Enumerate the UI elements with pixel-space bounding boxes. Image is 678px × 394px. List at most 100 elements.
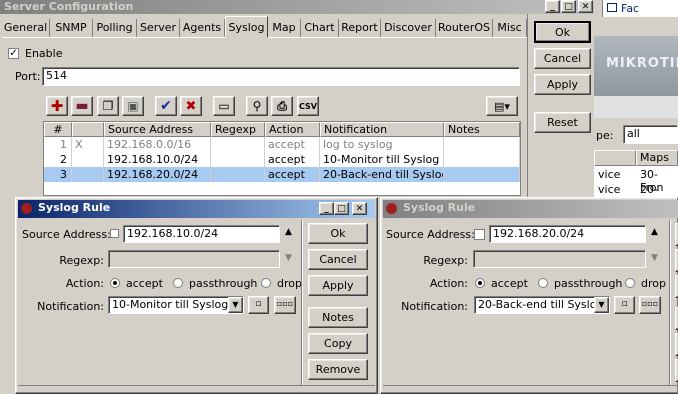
columns-menu-icon[interactable]: ▤▾ — [486, 96, 518, 116]
column-header-regexp[interactable]: Regexp — [211, 122, 265, 137]
notification-select[interactable]: 10-Monitor till Syslog — [108, 296, 244, 314]
enable-checkbox[interactable]: ✓ — [8, 48, 19, 59]
notification-label: Notification: — [401, 300, 468, 313]
source-address-expand-icon[interactable]: ▲ — [285, 227, 292, 237]
row-notes — [444, 152, 520, 167]
tab-general[interactable]: General — [2, 19, 50, 37]
status-bar — [383, 385, 678, 394]
tab-server[interactable]: Server — [137, 19, 180, 37]
row-number: 1 — [44, 137, 72, 152]
enable-label: Enable — [25, 47, 63, 60]
source-address-expand-icon[interactable]: ▲ — [651, 227, 658, 237]
apply-button[interactable]: Apply — [308, 275, 368, 296]
regexp-input[interactable] — [473, 250, 646, 268]
close-icon[interactable]: ✕ — [352, 202, 367, 215]
tab-discover[interactable]: Discover — [381, 19, 436, 37]
remove-icon[interactable]: ▬ — [71, 96, 93, 116]
background-tab[interactable]: Fac — [602, 0, 678, 17]
paste-icon[interactable]: ▣ — [122, 96, 144, 116]
table-row[interactable]: 2 192.168.10.0/24 accept 10-Monitor till… — [44, 152, 520, 167]
column-header-action[interactable]: Action — [265, 122, 320, 137]
notification-more-button[interactable]: ▫▫▫ — [639, 296, 661, 314]
row-notification: 20-Back-end till Syslog — [320, 167, 444, 182]
server-window-title: Server Configuration — [4, 0, 134, 13]
action-accept-radio[interactable] — [110, 278, 120, 288]
minimize-icon[interactable]: _ — [545, 0, 560, 13]
remove-button[interactable]: Remove — [308, 359, 368, 380]
tab-map[interactable]: Map — [268, 19, 301, 37]
tab-agents[interactable]: Agents — [180, 19, 225, 37]
tab-syslog[interactable]: Syslog — [225, 16, 268, 38]
tab-polling[interactable]: Polling — [93, 19, 137, 37]
find-icon[interactable]: ⚲ — [246, 96, 268, 116]
column-header-flag[interactable] — [72, 122, 104, 137]
action-accept-radio[interactable] — [475, 278, 485, 288]
type-field[interactable]: all — [623, 125, 678, 144]
apply-button[interactable]: Apply — [534, 74, 591, 95]
column-header-notes[interactable]: Notes — [444, 122, 520, 137]
table-row[interactable]: 1 X 192.168.0.0/16 accept log to syslog — [44, 137, 520, 152]
tab-chart[interactable]: Chart — [301, 19, 339, 37]
tab-misc[interactable]: Misc — [493, 19, 527, 37]
column-header-notification[interactable]: Notification — [320, 122, 444, 137]
notification-edit-button[interactable]: ▫ — [614, 296, 635, 314]
minimize-icon[interactable]: _ — [319, 202, 334, 215]
disable-rule-icon[interactable]: ✖ — [180, 96, 202, 116]
row-disabled-flag: X — [72, 137, 104, 152]
row-regexp — [211, 152, 265, 167]
enable-rule-icon[interactable]: ✔ — [155, 96, 177, 116]
notes-button[interactable]: Notes — [308, 307, 368, 328]
ok-button[interactable]: Ok — [534, 21, 591, 43]
port-input[interactable]: 514 — [42, 67, 520, 86]
tab-snmp[interactable]: SNMP — [50, 19, 93, 37]
dialog-title: Syslog Rule — [38, 201, 111, 214]
mikrotik-banner: MIKROTIK — [594, 36, 678, 96]
notification-more-button[interactable]: ▫▫▫ — [274, 296, 296, 314]
notification-edit-button[interactable]: ▫ — [248, 296, 269, 314]
action-passthrough-radio[interactable] — [173, 278, 183, 288]
row-source-address: 192.168.10.0/24 — [104, 152, 211, 167]
copy-button[interactable]: Copy — [308, 333, 368, 354]
action-label: Action: — [65, 277, 104, 290]
source-address-invert-checkbox[interactable] — [110, 229, 119, 238]
app-icon — [386, 203, 397, 214]
column-header-number[interactable]: # — [44, 122, 72, 137]
notification-dropdown-icon[interactable]: ▼ — [228, 297, 243, 313]
ok-button[interactable]: Ok — [308, 223, 368, 244]
source-address-invert-checkbox[interactable] — [474, 229, 485, 240]
regexp-input[interactable] — [108, 250, 280, 268]
action-drop-radio[interactable] — [625, 278, 635, 288]
print-icon[interactable]: ⎙ — [271, 96, 293, 116]
row-action: accept — [265, 137, 320, 152]
add-icon[interactable]: ✚ — [46, 96, 68, 116]
comment-icon[interactable]: ▭ — [213, 96, 235, 116]
notification-dropdown-icon[interactable]: ▼ — [594, 297, 609, 313]
csv-export-icon[interactable]: CSV — [297, 96, 319, 116]
cancel-button[interactable]: Cancel — [534, 48, 591, 69]
source-address-input[interactable]: 192.168.20.0/24 — [489, 225, 646, 243]
cancel-button[interactable]: Cancel — [308, 249, 368, 270]
tab-routeros[interactable]: RouterOS — [436, 19, 493, 37]
row-regexp — [211, 167, 265, 182]
table-row[interactable]: 3 192.168.20.0/24 accept 20-Back-end til… — [44, 167, 520, 182]
action-drop-radio[interactable] — [261, 278, 271, 288]
port-label: Port: — [15, 70, 41, 83]
maximize-icon[interactable]: □ — [334, 202, 349, 215]
tab-report[interactable]: Report — [339, 19, 381, 37]
background-list-header — [594, 150, 636, 166]
row-notes — [444, 167, 520, 182]
regexp-expand-icon[interactable]: ▼ — [651, 253, 658, 263]
regexp-expand-icon[interactable]: ▼ — [285, 253, 292, 263]
row-action: accept — [265, 167, 320, 182]
close-icon[interactable]: ✕ — [578, 0, 593, 13]
row-notification: log to syslog — [320, 137, 444, 152]
reset-button[interactable]: Reset — [534, 112, 591, 133]
column-header-source-address[interactable]: Source Address — [104, 122, 211, 137]
action-passthrough-radio[interactable] — [538, 278, 548, 288]
maximize-icon[interactable]: □ — [561, 0, 576, 13]
source-address-input[interactable]: 192.168.10.0/24 — [123, 225, 280, 243]
notification-select[interactable]: 20-Back-end till Syslog — [474, 296, 610, 314]
copy-icon[interactable]: ❐ — [97, 96, 119, 116]
dialog-titlebar: Syslog Rule — [383, 200, 678, 218]
syslog-rules-table: # Source Address Regexp Action Notificat… — [43, 121, 521, 196]
